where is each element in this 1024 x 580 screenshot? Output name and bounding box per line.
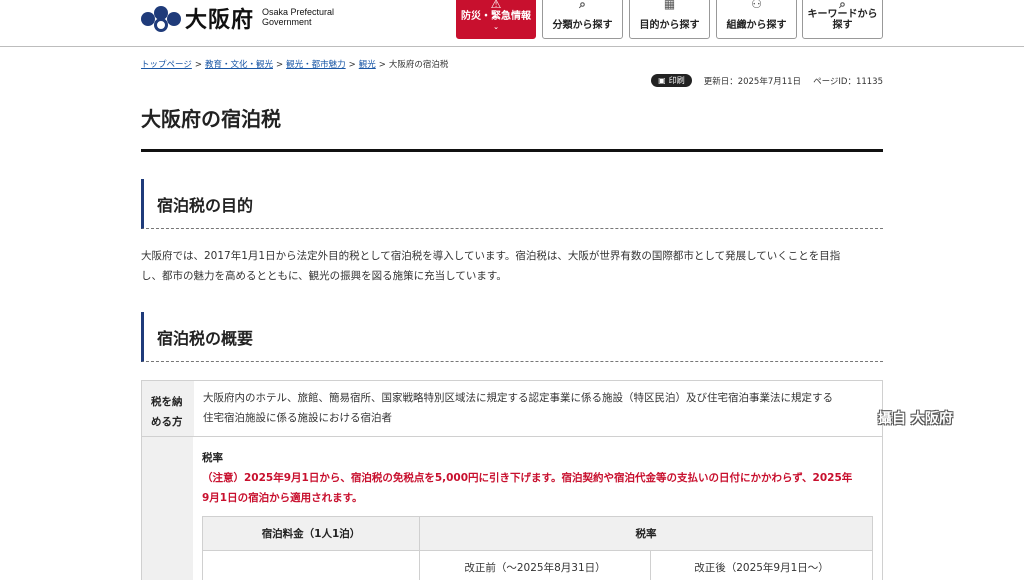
tax-rate-table-header: 宿泊料金（1人1泊） 税率 <box>203 517 872 551</box>
breadcrumb: トップページ > 教育・文化・観光 > 観光・都市魅力 > 観光 > 大阪府の宿泊税 <box>141 60 449 70</box>
header-after-revision: 改正後（2025年9月1日～） <box>694 562 829 574</box>
header-before-revision: 改正前（～2025年8月31日） <box>420 551 651 580</box>
updated-date: 更新日：2025年7月11日 <box>703 76 802 87</box>
breadcrumb-current: 大阪府の宿泊税 <box>388 60 449 70</box>
breadcrumb-education-culture[interactable]: 教育・文化・観光 <box>205 60 273 70</box>
header-lodging-fee: 宿泊料金（1人1泊） <box>203 517 420 550</box>
table-row-taxpayer: 税を納 める方 大阪府内のホテル、旅館、簡易宿所、国家戦略特別区域法に規定する認… <box>141 381 883 437</box>
breadcrumb-tourism[interactable]: 観光 <box>359 60 376 70</box>
nav-by-organization[interactable]: ⚇ 組織から探す <box>716 0 797 39</box>
header-tax-rate: 税率 <box>635 527 657 540</box>
purpose-paragraph: 大阪府では、2017年1月1日から法定外目的税として宿泊税を導入しています。宿泊… <box>141 250 841 282</box>
osaka-emblem-icon <box>141 4 181 32</box>
section-heading-overview: 宿泊税の概要 <box>141 312 883 362</box>
page-meta: ▣ 印刷 更新日：2025年7月11日 ページID：11135 <box>651 74 883 87</box>
tax-notice: （注意）2025年9月1日から、宿泊税の免税点を5,000円に引き下げます。宿泊… <box>202 472 853 504</box>
title-divider <box>141 149 883 152</box>
taxpayer-cell: 大阪府内のホテル、旅館、簡易宿所、国家戦略特別区域法に規定する認定事業に係る施設… <box>194 381 883 436</box>
tax-rate-cell: 税率 （注意）2025年9月1日から、宿泊税の免税点を5,000円に引き下げます… <box>193 437 883 580</box>
tax-rate-side-header <box>141 437 193 580</box>
chevron-down-icon: ⌄ <box>493 23 499 31</box>
breadcrumb-tourism-city[interactable]: 観光・都市魅力 <box>286 60 346 70</box>
logo-text-en: Osaka Prefectural Government <box>262 7 335 27</box>
print-button[interactable]: ▣ 印刷 <box>651 74 692 87</box>
site-header: 大阪府 Osaka Prefectural Government ⚠ 防災・緊急… <box>0 0 1024 47</box>
tax-rate-table-subheader: 改正前（～2025年8月31日） 改正後（2025年9月1日～） <box>203 551 872 580</box>
tax-rate-table: 宿泊料金（1人1泊） 税率 改正前（～2025年8月31日） 改正後（2025年… <box>202 516 873 580</box>
nav-by-keyword[interactable]: ⌕ キーワードから 探す <box>802 0 883 39</box>
source-watermark: 攝自 大阪府 <box>878 411 953 427</box>
taxpayer-header: 税を納 める方 <box>141 381 194 436</box>
warning-icon: ⚠ <box>490 0 502 11</box>
grid-icon: ▦ <box>663 0 676 11</box>
table-row-tax-rate: 税率 （注意）2025年9月1日から、宿泊税の免税点を5,000円に引き下げます… <box>141 437 883 580</box>
empty-cell <box>203 551 420 580</box>
nav-disaster-emergency[interactable]: ⚠ 防災・緊急情報 ⌄ <box>456 0 536 39</box>
overview-table: 税を納 める方 大阪府内のホテル、旅館、簡易宿所、国家戦略特別区域法に規定する認… <box>141 380 883 580</box>
section-heading-purpose: 宿泊税の目的 <box>141 179 883 229</box>
organization-icon: ⚇ <box>751 0 762 11</box>
tax-rate-label: 税率 <box>202 452 223 464</box>
nav-by-category[interactable]: ⌕ 分類から探す <box>542 0 623 39</box>
search-icon: ⌕ <box>839 0 846 11</box>
logo-text-jp: 大阪府 <box>185 7 255 33</box>
breadcrumb-top[interactable]: トップページ <box>141 60 192 70</box>
nav-by-purpose[interactable]: ▦ 目的から探す <box>629 0 710 39</box>
page-id: ページID：11135 <box>813 76 883 87</box>
category-search-icon: ⌕ <box>579 0 586 11</box>
page-title: 大阪府の宿泊税 <box>141 107 281 131</box>
printer-icon: ▣ <box>658 76 666 85</box>
site-logo[interactable]: 大阪府 Osaka Prefectural Government <box>141 0 334 36</box>
